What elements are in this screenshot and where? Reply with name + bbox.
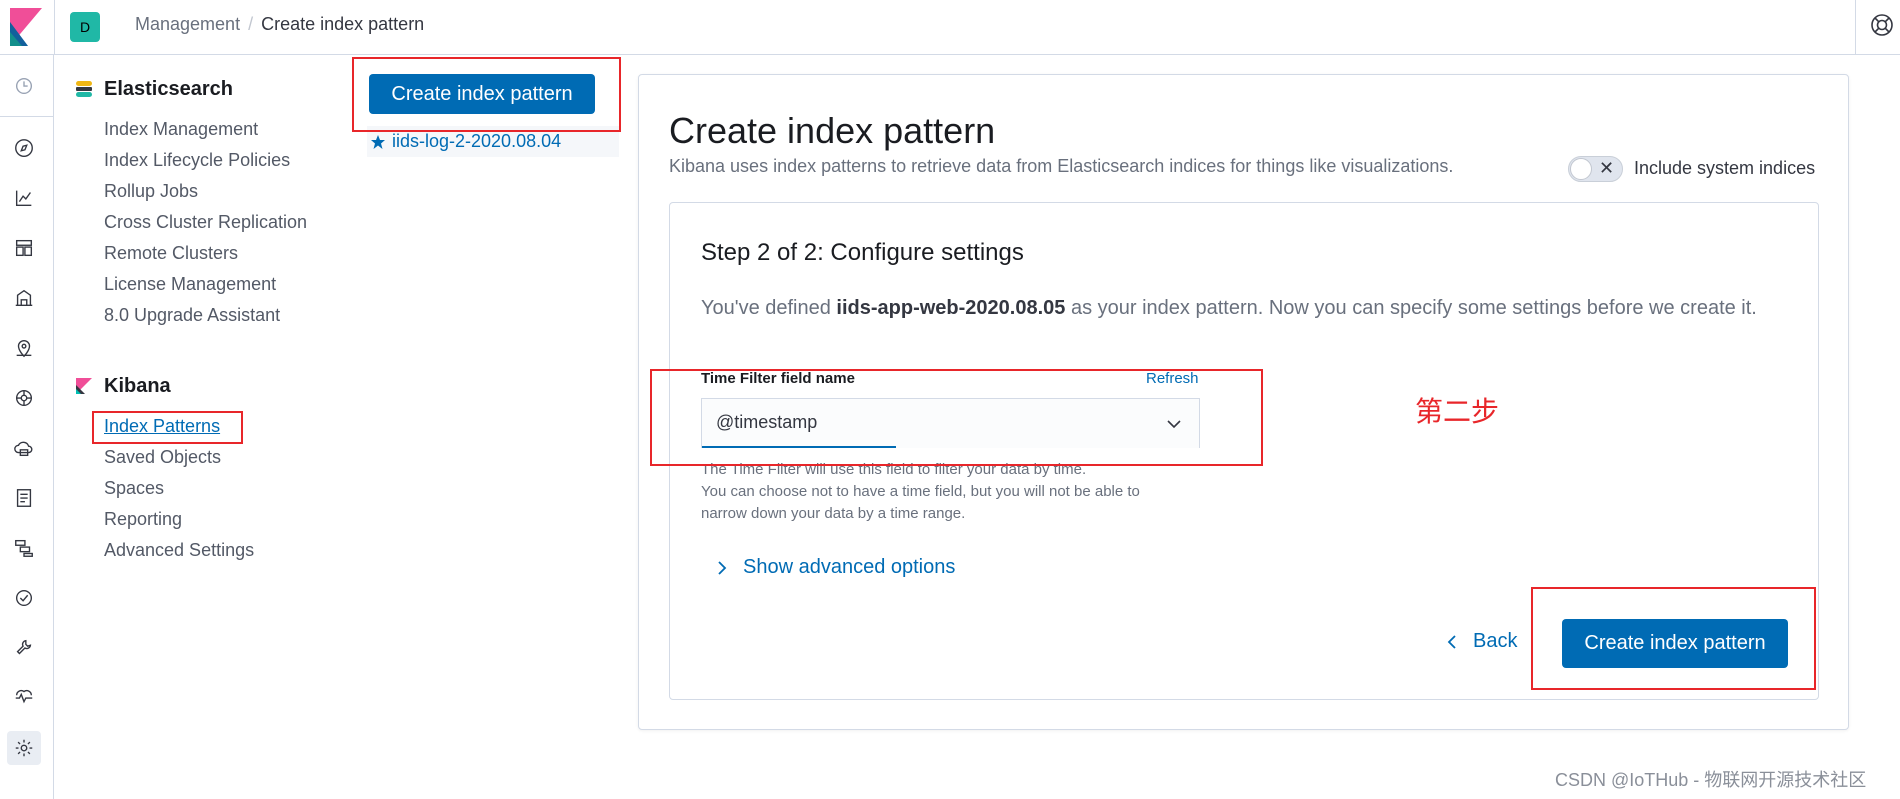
- step-desc-suffix: as your index pattern. Now you can speci…: [1065, 297, 1757, 319]
- chevron-right-icon: [718, 560, 727, 575]
- back-button[interactable]: Back: [1445, 630, 1517, 653]
- sidebar-item-cross-cluster-replication[interactable]: Cross Cluster Replication: [104, 212, 307, 233]
- help-line: narrow down your data by a time range.: [701, 505, 966, 522]
- sidebar-section-kibana: Kibana: [104, 375, 171, 397]
- back-label: Back: [1473, 630, 1518, 652]
- breadcrumb-current: Create index pattern: [261, 14, 425, 34]
- management-gear-icon[interactable]: [7, 731, 41, 765]
- index-pattern-link[interactable]: iids-log-2-2020.08.04: [392, 131, 561, 152]
- machine-learning-icon[interactable]: [12, 386, 36, 410]
- recent-items-section: [0, 55, 54, 117]
- page-title: Create index pattern: [669, 110, 996, 151]
- annotation-box: [1531, 587, 1816, 690]
- discover-compass-icon[interactable]: [12, 136, 36, 160]
- annotation-box: [352, 57, 621, 132]
- sidebar-item-advanced-settings[interactable]: Advanced Settings: [104, 540, 254, 561]
- step-description: You've defined iids-app-web-2020.08.05 a…: [701, 293, 1781, 324]
- sidebar-item-remote-clusters[interactable]: Remote Clusters: [104, 243, 238, 264]
- annotation-step-two-text: 第二步: [1415, 395, 1500, 428]
- show-advanced-options-link[interactable]: Show advanced options: [715, 556, 955, 579]
- kibana-logo-icon[interactable]: [10, 8, 42, 46]
- sidebar-section-elasticsearch: Elasticsearch: [104, 78, 233, 100]
- toggle-knob: [1570, 158, 1592, 180]
- breadcrumb-separator: /: [248, 14, 254, 34]
- sidebar-item-index-management[interactable]: Index Management: [104, 119, 258, 140]
- breadcrumb: Management / Create index pattern: [135, 14, 424, 35]
- help-line: You can choose not to have a time field,…: [701, 483, 1140, 500]
- sidebar-item-reporting[interactable]: Reporting: [104, 509, 182, 530]
- step-title: Step 2 of 2: Configure settings: [701, 239, 1024, 266]
- close-icon: ✕: [1599, 158, 1615, 178]
- header-divider: [1855, 0, 1856, 55]
- uptime-icon[interactable]: [12, 586, 36, 610]
- header-divider: [54, 0, 55, 55]
- help-lifebuoy-icon[interactable]: [1870, 13, 1894, 37]
- chevron-left-icon: [1447, 634, 1456, 649]
- space-avatar[interactable]: D: [70, 12, 100, 42]
- annotation-box: [92, 411, 243, 444]
- include-system-indices-label[interactable]: Include system indices: [1634, 158, 1815, 179]
- sidebar-item-license-management[interactable]: License Management: [104, 274, 276, 295]
- sidebar-item-upgrade-assistant[interactable]: 8.0 Upgrade Assistant: [104, 305, 280, 326]
- watermark: CSDN @IoTHub - 物联网开源技术社区: [1555, 770, 1867, 790]
- annotation-box: [650, 369, 1263, 466]
- logs-icon[interactable]: [12, 486, 36, 510]
- canvas-icon[interactable]: [12, 286, 36, 310]
- nav-rail: [0, 55, 54, 799]
- sidebar-item-saved-objects[interactable]: Saved Objects: [104, 447, 221, 468]
- maps-icon[interactable]: [12, 336, 36, 360]
- time-filter-help-text: The Time Filter will use this field to f…: [701, 459, 1201, 525]
- sidebar-item-rollup-jobs[interactable]: Rollup Jobs: [104, 181, 198, 202]
- visualize-chart-icon[interactable]: [12, 186, 36, 210]
- sidebar-item-spaces[interactable]: Spaces: [104, 478, 164, 499]
- monitoring-heartbeat-icon[interactable]: [12, 686, 36, 710]
- sidebar-item-index-lifecycle-policies[interactable]: Index Lifecycle Policies: [104, 150, 290, 171]
- dev-tools-wrench-icon[interactable]: [12, 636, 36, 660]
- infrastructure-icon[interactable]: [12, 436, 36, 460]
- dashboard-icon[interactable]: [12, 236, 36, 260]
- include-system-indices-toggle[interactable]: ✕: [1568, 156, 1623, 182]
- show-advanced-options-label: Show advanced options: [743, 556, 956, 578]
- apm-icon[interactable]: [12, 536, 36, 560]
- star-icon: [371, 134, 385, 149]
- page-description: Kibana uses index patterns to retrieve d…: [669, 156, 1454, 176]
- breadcrumb-management[interactable]: Management: [135, 14, 240, 35]
- elasticsearch-logo-icon: [76, 81, 92, 97]
- index-pattern-name: iids-app-web-2020.08.05: [836, 297, 1066, 319]
- step-desc-prefix: You've defined: [701, 297, 837, 319]
- clock-icon[interactable]: [12, 74, 36, 98]
- kibana-logo-icon: [76, 378, 92, 394]
- top-header: D Management / Create index pattern: [0, 0, 1900, 55]
